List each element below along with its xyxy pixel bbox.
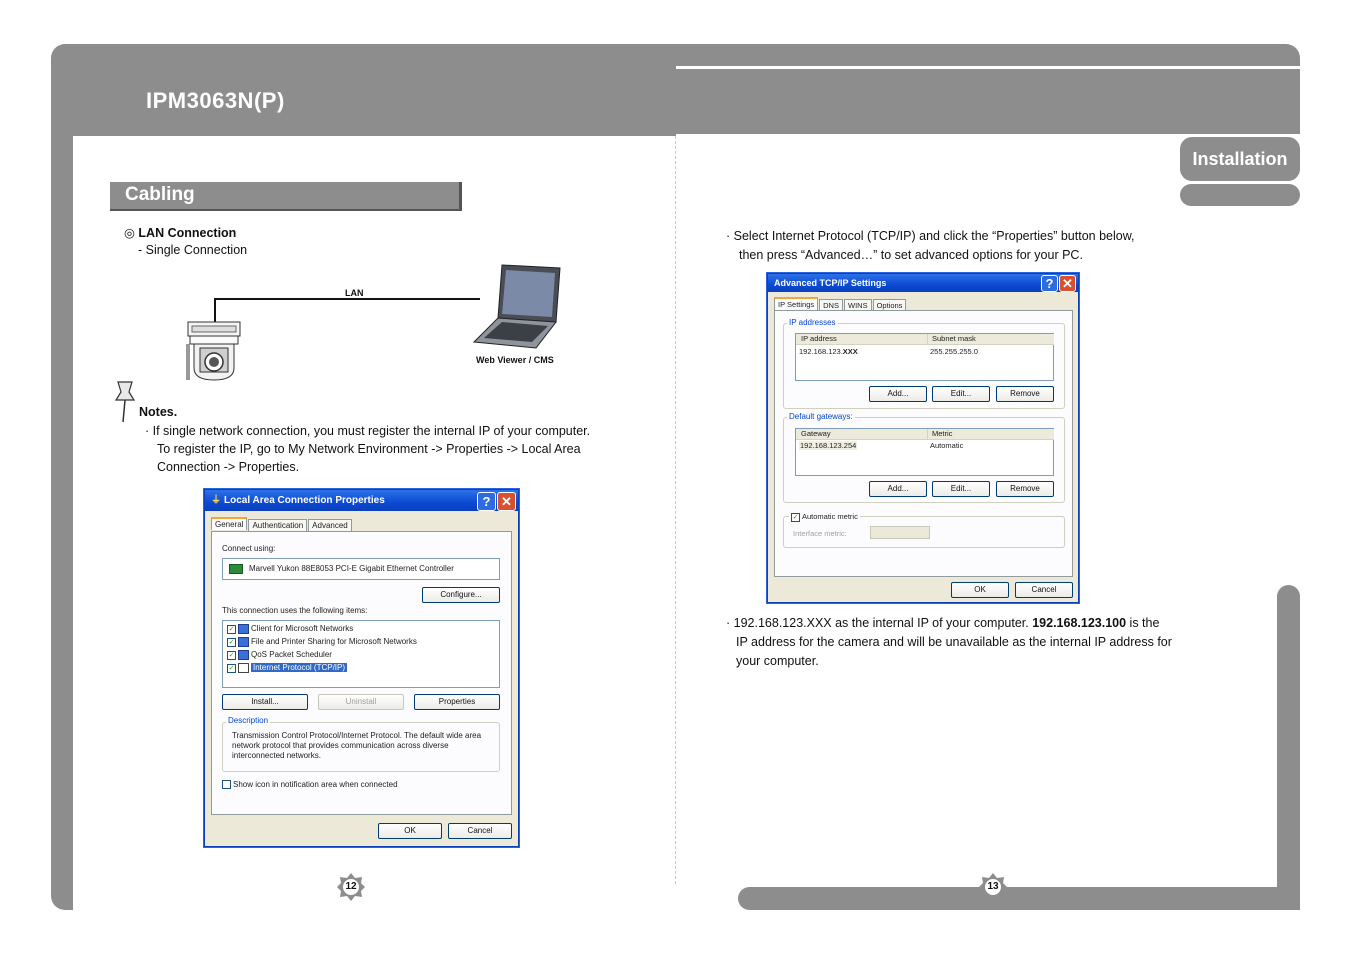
lac-dialog: ⏚ Local Area Connection Properties ? ✕ Ge… [204, 489, 519, 847]
camera-icon [186, 321, 241, 381]
right-para-1-line-1: · Select Internet Protocol (TCP/IP) and … [726, 229, 1135, 243]
tab-authentication[interactable]: Authentication [248, 519, 308, 531]
network-icon: ⏚ [211, 495, 221, 506]
right-para-2-line-1: · 192.168.123.XXX as the internal IP of … [726, 616, 1160, 630]
tab-advanced[interactable]: Advanced [308, 519, 352, 531]
notes-line-3: Connection -> Properties. [157, 460, 300, 474]
client-icon [238, 624, 249, 634]
right-para-2-line-2: IP address for the camera and will be un… [736, 635, 1172, 649]
mask-value: 255.255.255.0 [930, 347, 978, 356]
right-para-2-line-3: your computer. [736, 654, 819, 668]
add-gateway-button[interactable]: Add... [869, 481, 927, 497]
cancel-button[interactable]: Cancel [448, 823, 512, 839]
list-item-selected[interactable]: ✓ Internet Protocol (TCP/IP) [227, 663, 348, 673]
pc-label: Web Viewer / CMS [476, 355, 554, 365]
left-rail [51, 120, 73, 910]
interface-metric-input[interactable] [870, 526, 930, 539]
lan-diagram: LAN Web Viewer / CMS [186, 264, 561, 381]
remove-gateway-button[interactable]: Remove [996, 481, 1054, 497]
adapter-box: Marvell Yukon 88E8053 PCI-E Gigabit Ethe… [222, 558, 500, 580]
list-item[interactable]: ✓ File and Printer Sharing for Microsoft … [227, 637, 417, 647]
configure-button[interactable]: Configure... [422, 587, 500, 603]
list-item[interactable]: ✓ Client for Microsoft Networks [227, 624, 353, 634]
close-icon[interactable]: ✕ [1059, 275, 1076, 292]
notes-line-1: · If single network connection, you must… [145, 424, 591, 438]
install-button[interactable]: Install... [222, 694, 308, 710]
checkbox-icon[interactable]: ✓ [227, 624, 236, 634]
right-para-1-line-2: then press “Advanced…” to set advanced o… [739, 248, 1083, 262]
close-icon[interactable]: ✕ [497, 492, 516, 511]
bottom-bar [738, 887, 1300, 910]
edit-gateway-button[interactable]: Edit... [932, 481, 990, 497]
single-connection-label: - Single Connection [138, 243, 248, 257]
checkbox-icon[interactable] [222, 780, 231, 790]
mask-column-header[interactable]: Subnet mask [928, 334, 1054, 345]
ok-button[interactable]: OK [951, 582, 1009, 598]
adapter-name: Marvell Yukon 88E8053 PCI-E Gigabit Ethe… [249, 564, 454, 573]
ip-column-header[interactable]: IP address [796, 334, 928, 345]
adapter-icon [229, 564, 243, 574]
gateway-column-header[interactable]: Gateway [796, 429, 928, 440]
lan-cable-label: LAN [345, 288, 364, 298]
interface-metric-label: Interface metric: [793, 529, 847, 538]
installation-tab-underbar [1180, 184, 1300, 206]
ip-settings-panel: IP addresses IP address Subnet mask 192.… [774, 310, 1073, 577]
protocol-icon [238, 663, 249, 673]
notes-line-2: To register the IP, go to My Network Env… [157, 442, 581, 456]
center-divider [675, 136, 676, 884]
laptop-icon [472, 264, 561, 349]
checkbox-icon[interactable]: ✓ [227, 637, 236, 647]
list-item[interactable]: ✓ QoS Packet Scheduler [227, 650, 332, 660]
page-title: IPM3063N(P) [146, 88, 285, 113]
lan-heading: ◎ LAN Connection [124, 226, 237, 240]
installation-tab: Installation [1180, 137, 1300, 181]
general-panel: Connect using: Marvell Yukon 88E8053 PCI… [211, 531, 512, 815]
description-label: Description [226, 716, 271, 725]
ip-address-list: IP address Subnet mask 192.168.123.XXX 2… [795, 333, 1054, 381]
description-text: Transmission Control Protocol/Internet P… [232, 731, 482, 760]
metric-value: Automatic [930, 441, 964, 450]
gateways-label: Default gateways: [787, 412, 855, 421]
connect-using-label: Connect using: [222, 544, 276, 553]
items-label: This connection uses the following items… [222, 606, 368, 615]
header-separator [676, 66, 1300, 69]
qos-icon [238, 650, 249, 660]
section-heading: Cabling [110, 182, 462, 211]
cancel-button[interactable]: Cancel [1015, 582, 1073, 598]
tab-general[interactable]: General [211, 517, 248, 530]
tab-ip-settings[interactable]: IP Settings [774, 297, 819, 310]
lac-titlebar: ⏚ Local Area Connection Properties ? ✕ [205, 490, 518, 511]
sharing-icon [238, 637, 249, 647]
checkbox-icon[interactable]: ✓ [791, 512, 800, 522]
right-rail [1277, 585, 1300, 910]
gateway-row[interactable]: 192.168.123.254 [799, 441, 858, 450]
page-number-right: 13 [978, 872, 1008, 902]
add-ip-button[interactable]: Add... [869, 386, 927, 402]
notes-title: Notes. [139, 405, 178, 419]
circle-bullet-icon: ◎ [124, 226, 135, 240]
section-title: Cabling [125, 184, 195, 205]
ok-button[interactable]: OK [378, 823, 442, 839]
help-icon[interactable]: ? [477, 492, 496, 511]
automatic-metric-option[interactable]: ✓ Automatic metric [789, 512, 860, 522]
checkbox-icon[interactable]: ✓ [227, 663, 236, 673]
gateway-list: Gateway Metric 192.168.123.254 Automatic [795, 428, 1054, 476]
remove-ip-button[interactable]: Remove [996, 386, 1054, 402]
checkbox-icon[interactable]: ✓ [227, 650, 236, 660]
show-icon-option[interactable]: Show icon in notification area when conn… [222, 780, 398, 790]
help-icon[interactable]: ? [1041, 275, 1058, 292]
uninstall-button[interactable]: Uninstall [318, 694, 404, 710]
pushpin-icon [114, 381, 136, 423]
lan-cable [214, 298, 480, 322]
items-list: ✓ Client for Microsoft Networks ✓ File and… [222, 620, 500, 688]
ip-addresses-label: IP addresses [787, 318, 838, 327]
edit-ip-button[interactable]: Edit... [932, 386, 990, 402]
metric-column-header[interactable]: Metric [928, 429, 1054, 440]
ip-row[interactable]: 192.168.123.XXX [799, 347, 858, 356]
properties-button[interactable]: Properties [414, 694, 500, 710]
advanced-titlebar: Advanced TCP/IP Settings ? ✕ [768, 274, 1078, 292]
page-number-left: 12 [336, 872, 366, 902]
advanced-tcpip-dialog: Advanced TCP/IP Settings ? ✕ IP Settings… [767, 273, 1079, 603]
